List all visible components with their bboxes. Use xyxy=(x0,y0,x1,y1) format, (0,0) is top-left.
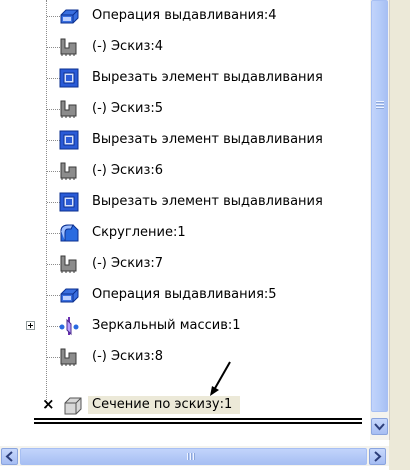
expand-toggle[interactable] xyxy=(26,321,35,330)
tree-item-cut-extrude-2[interactable]: Вырезать элемент выдавливания xyxy=(0,127,370,153)
horizontal-scroll-thumb[interactable] xyxy=(20,448,367,465)
tree-item-label: (-) Эскиз:7 xyxy=(92,256,164,271)
error-x-icon: × xyxy=(42,395,55,413)
horizontal-scrollbar[interactable] xyxy=(0,446,389,466)
thumb-grip xyxy=(376,104,384,106)
extrude-boss-icon xyxy=(58,285,80,305)
tree-item-label: Операция выдавливания:4 xyxy=(92,8,277,23)
tree-item-cut-extrude-1[interactable]: Вырезать элемент выдавливания xyxy=(0,65,370,91)
sketch-icon xyxy=(58,254,80,274)
fillet-icon xyxy=(58,223,80,243)
tree-item-label: Вырезать элемент выдавливания xyxy=(92,194,323,209)
extrude-boss-icon xyxy=(58,6,80,26)
tree-item-label: (-) Эскиз:6 xyxy=(92,163,164,178)
tree-item-fillet-1[interactable]: Скругление:1 xyxy=(0,220,370,246)
feature-tree: Операция выдавливания:4 (-) Эскиз:4 Выре… xyxy=(0,0,370,428)
tree-item-sketch-5[interactable]: (-) Эскиз:5 xyxy=(0,96,370,122)
cut-extrude-icon xyxy=(58,192,80,212)
pointer-arrow-icon xyxy=(210,361,231,396)
tree-item-label: Зеркальный массив:1 xyxy=(92,318,241,333)
scroll-right-button[interactable] xyxy=(369,448,386,465)
tree-item-label: Вырезать элемент выдавливания xyxy=(92,132,323,147)
cut-extrude-icon xyxy=(58,68,80,88)
chevron-right-icon xyxy=(374,451,382,462)
thumb-grip xyxy=(376,101,384,103)
chevron-down-icon xyxy=(374,423,385,431)
scroll-down-button[interactable] xyxy=(371,418,388,435)
tree-item-label: Вырезать элемент выдавливания xyxy=(92,70,323,85)
tree-item-sketch-4[interactable]: (-) Эскиз:4 xyxy=(0,34,370,60)
tree-item-extrude-4[interactable]: Операция выдавливания:4 xyxy=(0,3,370,29)
sketch-icon xyxy=(58,347,80,367)
tree-item-label: (-) Эскиз:8 xyxy=(92,349,164,364)
thumb-grip xyxy=(187,453,189,460)
section-icon xyxy=(62,395,84,415)
vertical-scroll-thumb[interactable] xyxy=(371,0,388,412)
tree-item-cut-extrude-3[interactable]: Вырезать элемент выдавливания xyxy=(0,189,370,215)
tree-item-label: (-) Эскиз:4 xyxy=(92,39,164,54)
tree-item-sketch-6[interactable]: (-) Эскиз:6 xyxy=(0,158,370,184)
scroll-left-button[interactable] xyxy=(1,448,18,465)
mirror-icon xyxy=(58,316,80,336)
tree-item-sketch-7[interactable]: (-) Эскиз:7 xyxy=(0,251,370,277)
thumb-grip xyxy=(193,453,195,460)
panel-edge xyxy=(389,0,410,440)
sketch-icon xyxy=(58,161,80,181)
tree-item-extrude-5[interactable]: Операция выдавливания:5 xyxy=(0,282,370,308)
cut-extrude-icon xyxy=(58,130,80,150)
scrollbar-corner xyxy=(389,440,410,470)
tree-item-label: Скругление:1 xyxy=(92,225,186,240)
tree-item-label: Операция выдавливания:5 xyxy=(92,287,277,302)
sketch-icon xyxy=(58,37,80,57)
tree-item-section-1[interactable]: × Сечение по эскизу:1 xyxy=(0,392,370,418)
vertical-scrollbar[interactable] xyxy=(370,0,389,440)
tree-item-sketch-8[interactable]: (-) Эскиз:8 xyxy=(0,344,370,370)
chevron-left-icon xyxy=(5,451,13,462)
tree-item-label: (-) Эскиз:5 xyxy=(92,101,164,116)
thumb-grip xyxy=(376,107,384,109)
tree-item-mirror-1[interactable]: Зеркальный массив:1 xyxy=(0,313,370,339)
thumb-grip xyxy=(190,453,192,460)
sketch-icon xyxy=(58,99,80,119)
rollback-bar[interactable] xyxy=(34,418,362,424)
